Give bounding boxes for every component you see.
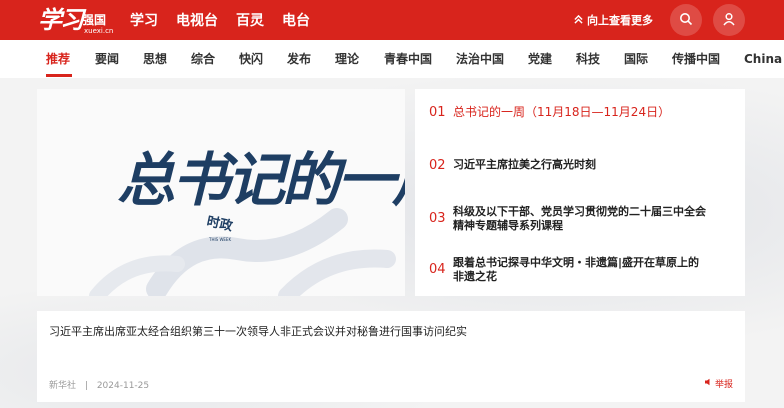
report-label: 举报 <box>714 380 733 390</box>
chevron-up-icon <box>574 14 583 27</box>
active-tab-underline <box>46 74 72 77</box>
tab-tech[interactable]: 科技 <box>576 40 600 78</box>
tab-news[interactable]: 要闻 <box>95 40 119 78</box>
user-button[interactable] <box>713 4 745 36</box>
tab-general[interactable]: 综合 <box>191 40 215 78</box>
meta-separator: | <box>84 381 88 391</box>
article-title[interactable]: 习近平主席出席亚太经合组织第三十一次领导人非正式会议并对秘鲁进行国事访问纪实 <box>49 323 467 339</box>
article-card[interactable]: 习近平主席出席亚太经合组织第三十一次领导人非正式会议并对秘鲁进行国事访问纪实 新… <box>37 311 745 402</box>
logo-url-text: xuexi.cn <box>84 27 114 35</box>
tab-flash[interactable]: 快闪 <box>239 40 263 78</box>
tab-international[interactable]: 国际 <box>624 40 648 78</box>
tab-spread-china[interactable]: 传播中国 <box>672 40 720 78</box>
category-nav: 推荐 要闻 思想 综合 快闪 发布 理论 青春中国 法治中国 党建 科技 国际 … <box>0 40 784 78</box>
list-item-2[interactable]: 02 习近平主席拉美之行高光时刻 <box>429 158 596 173</box>
tab-recommend[interactable]: 推荐 <box>46 40 70 78</box>
list-item-3[interactable]: 03 科级及以下干部、党员学习贯彻党的二十届三中全会 精神专题辅导系列课程 <box>429 205 706 233</box>
article-source: 新华社 <box>49 381 77 391</box>
list-item-number: 01 <box>429 105 446 120</box>
logo-brush-text: 学习 <box>38 5 84 34</box>
list-item-text-line1: 科级及以下干部、党员学习贯彻党的二十届三中全会 <box>453 205 706 218</box>
list-item-number: 02 <box>429 158 446 173</box>
nav-bailing[interactable]: 百灵 <box>236 10 264 30</box>
list-item-number: 04 <box>429 262 446 277</box>
report-button[interactable]: 举报 <box>704 377 733 390</box>
nav-tv[interactable]: 电视台 <box>176 10 218 30</box>
article-meta: 新华社 | 2024-11-25 <box>49 378 149 391</box>
list-item-text: 总书记的一周（11月18日—11月24日） <box>453 105 671 119</box>
tab-china[interactable]: China <box>744 40 782 78</box>
article-date: 2024-11-25 <box>96 381 150 391</box>
tab-party[interactable]: 党建 <box>528 40 552 78</box>
logo-cn-text: 强国 <box>82 13 107 27</box>
nav-radio[interactable]: 电台 <box>282 10 310 30</box>
list-item-4[interactable]: 04 跟着总书记探寻中华文明・非遗篇|盛开在草原上的 非遗之花 <box>429 256 699 284</box>
banner-title: 总书记的一周 <box>117 146 405 214</box>
search-button[interactable] <box>670 4 702 36</box>
main-nav: 学习 电视台 百灵 电台 <box>130 0 310 40</box>
list-item-text: 跟着总书记探寻中华文明・非遗篇|盛开在草原上的 非遗之花 <box>453 256 699 284</box>
view-more-label: 向上查看更多 <box>587 14 653 27</box>
report-icon <box>704 378 712 389</box>
headline-list: 01 总书记的一周（11月18日—11月24日） 02 习近平主席拉美之行高光时… <box>415 89 745 296</box>
list-item-text-line1: 跟着总书记探寻中华文明・非遗篇|盛开在草原上的 <box>453 256 700 269</box>
user-icon <box>722 11 736 30</box>
site-logo[interactable]: 学习 强国 xuexi.cn <box>38 3 114 37</box>
search-icon <box>679 11 693 30</box>
tab-release[interactable]: 发布 <box>287 40 311 78</box>
list-item-text-line2: 精神专题辅导系列课程 <box>453 219 563 232</box>
view-more-up-link[interactable]: 向上查看更多 <box>574 0 653 40</box>
list-item-text: 习近平主席拉美之行高光时刻 <box>453 158 596 171</box>
list-item-number: 03 <box>429 211 446 226</box>
banner-badge: 时政 THIS WEEK <box>205 213 243 243</box>
feature-banner[interactable]: 总书记的一周 时政 THIS WEEK <box>37 89 405 296</box>
tab-law-china[interactable]: 法治中国 <box>456 40 504 78</box>
tab-thought[interactable]: 思想 <box>143 40 167 78</box>
list-item-text: 科级及以下干部、党员学习贯彻党的二十届三中全会 精神专题辅导系列课程 <box>453 205 706 233</box>
list-item-text-line2: 非遗之花 <box>453 270 497 283</box>
tab-theory[interactable]: 理论 <box>335 40 359 78</box>
nav-xuexi[interactable]: 学习 <box>130 10 158 30</box>
tab-youth-china[interactable]: 青春中国 <box>384 40 432 78</box>
list-item-1[interactable]: 01 总书记的一周（11月18日—11月24日） <box>429 105 670 120</box>
badge-title: 时政 <box>205 214 234 235</box>
top-bar: 学习 强国 xuexi.cn 学习 电视台 百灵 电台 向上查看更多 <box>0 0 784 40</box>
badge-subtitle: THIS WEEK <box>209 237 232 242</box>
